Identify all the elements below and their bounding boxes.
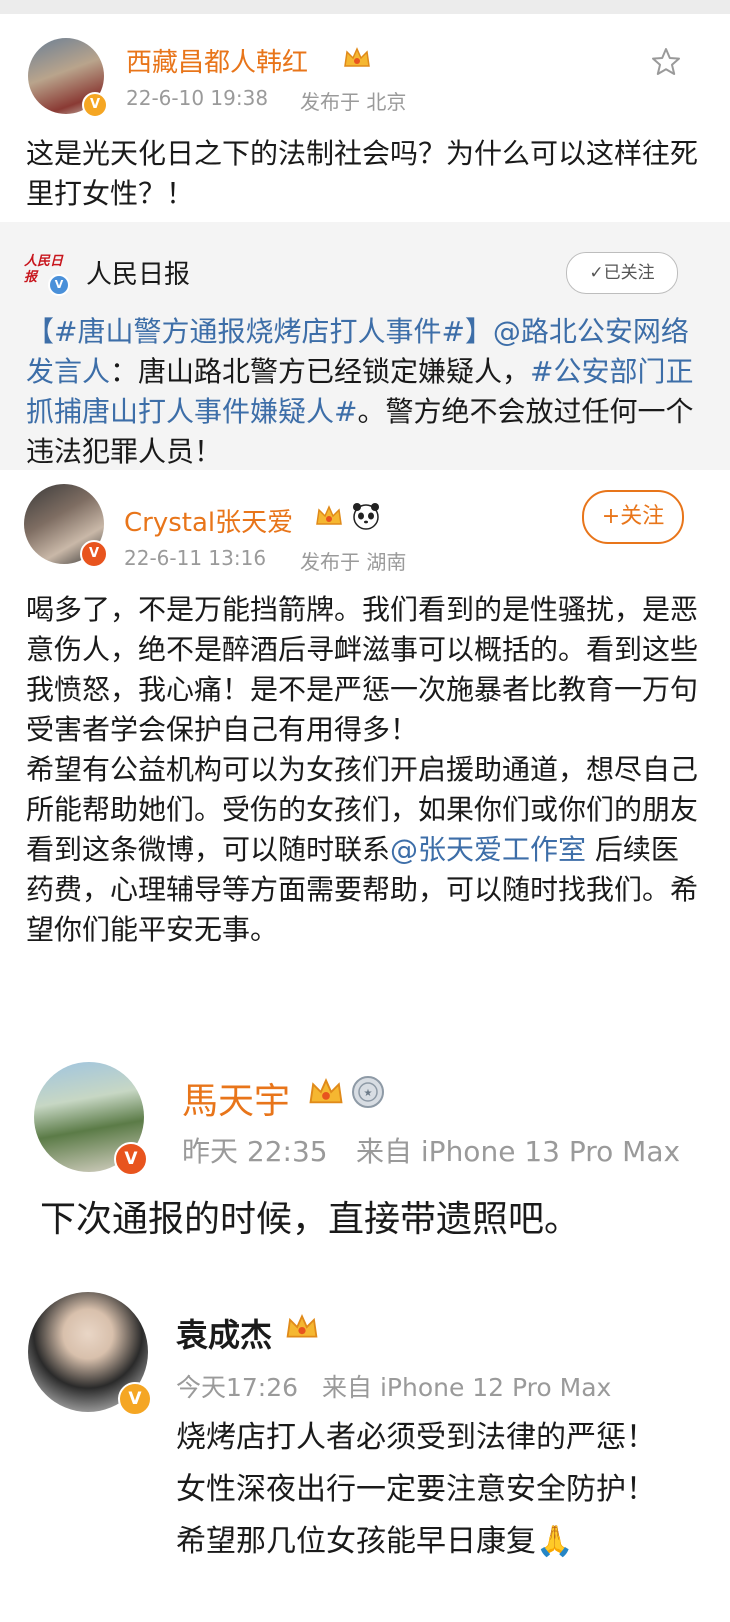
body-segment: ：唐山路北警方已经锁定嫌疑人， xyxy=(110,355,531,388)
follow-button[interactable]: +关注 xyxy=(582,490,684,544)
verified-icon: V xyxy=(48,274,70,296)
avatar[interactable]: V xyxy=(28,1292,152,1416)
post-time: 22-6-10 19:38 xyxy=(126,86,269,110)
body-segment: 喝多了，不是万能挡箭牌。我们看到的是性骚扰，是恶意伤人，绝不是醉酒后寻衅滋事可以… xyxy=(26,593,699,866)
pray-emoji: 🙏 xyxy=(536,1524,574,1559)
author-name[interactable]: 西藏昌都人韩红 xyxy=(126,42,308,79)
post-yuanchengjie: V 袁成杰 今天17:26 来自 iPhone 12 Pro Max 烧烤店打人… xyxy=(0,1278,730,1622)
panda-icon xyxy=(353,503,379,530)
repost-text: 【#唐山警方通报烧烤店打人事件#】@路北公安网络发言人：唐山路北警方已经锁定嫌疑… xyxy=(26,312,696,472)
post-text: 烧烤店打人者必须受到法律的严惩！ 女性深夜出行一定要注意安全防护！ 希望那几位女… xyxy=(176,1412,716,1568)
verified-icon: V xyxy=(80,540,108,568)
author-name[interactable]: 袁成杰 xyxy=(176,1310,272,1356)
author-name[interactable]: 馬天宇 xyxy=(182,1072,290,1124)
verified-icon: V xyxy=(118,1382,152,1416)
medal-icon: ★ xyxy=(352,1076,384,1108)
repost-card[interactable]: 人民日报 V 人民日报 ✓已关注 【#唐山警方通报烧烤店打人事件#】@路北公安网… xyxy=(0,222,730,470)
post-text-body: 烧烤店打人者必须受到法律的严惩！ 女性深夜出行一定要注意安全防护！ 希望那几位女… xyxy=(176,1420,656,1559)
renmin-logo: 人民日报 V xyxy=(24,254,70,300)
post-text: 下次通报的时候，直接带遗照吧。 xyxy=(40,1199,581,1240)
followed-button[interactable]: ✓已关注 xyxy=(566,252,678,294)
post-time: 今天17:26 xyxy=(176,1373,299,1402)
avatar[interactable]: V xyxy=(34,1062,148,1176)
crown-icon xyxy=(309,1078,343,1104)
post-crystal: V Crystal张天爱 22-6-11 13:16 发布于 湖南 +关注 喝多… xyxy=(0,470,730,1030)
link-text[interactable]: @张天爱工作室 xyxy=(390,833,586,866)
star-icon[interactable] xyxy=(650,46,682,78)
post-time: 昨天 22:35 xyxy=(182,1135,328,1168)
post-text: 这是光天化日之下的法制社会吗？为什么可以这样往死里打女性？！ xyxy=(26,137,699,210)
avatar[interactable]: V xyxy=(24,484,108,568)
post-location: 发布于 北京 xyxy=(300,90,407,114)
post-time: 22-6-11 13:16 xyxy=(124,546,267,570)
post-location: 发布于 湖南 xyxy=(300,550,407,574)
source-name[interactable]: 人民日报 xyxy=(86,254,190,291)
post-text: 喝多了，不是万能挡箭牌。我们看到的是性骚扰，是恶意伤人，绝不是醉酒后寻衅滋事可以… xyxy=(26,590,702,950)
crown-icon xyxy=(316,505,342,525)
verified-icon: V xyxy=(114,1142,148,1176)
verified-icon: V xyxy=(82,92,108,118)
crown-icon xyxy=(344,47,370,67)
post-source: 来自 iPhone 13 Pro Max xyxy=(356,1135,681,1168)
crown-icon xyxy=(286,1313,318,1338)
post-matianyu: V 馬天宇 ★ 昨天 22:35 来自 iPhone 13 Pro Max 下次… xyxy=(0,1050,730,1260)
post-hanhong: V 西藏昌都人韩红 22-6-10 19:38 发布于 北京 这是光天化日之下的… xyxy=(0,0,730,222)
avatar[interactable]: V xyxy=(28,38,108,118)
post-source: 来自 iPhone 12 Pro Max xyxy=(322,1373,612,1402)
author-name[interactable]: Crystal张天爱 xyxy=(124,502,293,539)
svg-text:★: ★ xyxy=(364,1088,373,1099)
